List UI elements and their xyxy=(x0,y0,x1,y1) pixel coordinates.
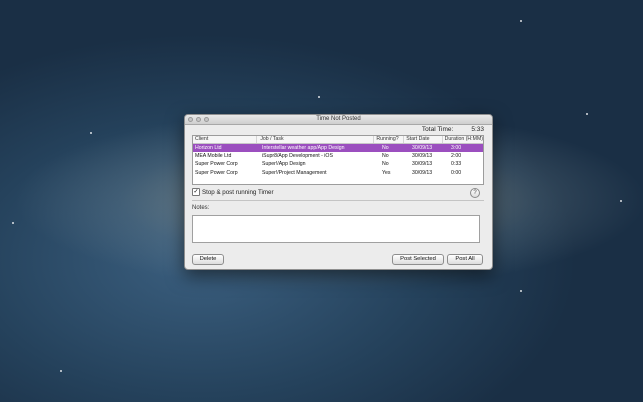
title-bar[interactable]: Time Not Posted xyxy=(185,115,492,125)
star xyxy=(318,96,320,98)
time-not-posted-window: Time Not Posted Total Time: 5:33 Client … xyxy=(184,114,493,270)
column-header-duration[interactable]: Duration (H:MM) xyxy=(441,136,483,143)
cell-running: Yes xyxy=(382,169,391,176)
total-time-label: Total Time: xyxy=(421,126,454,133)
table-row[interactable]: Super Power Corp Super!/Project Manageme… xyxy=(193,169,483,177)
post-selected-button[interactable]: Post Selected xyxy=(392,254,444,265)
cell-client: Horizon Ltd xyxy=(195,145,222,151)
star xyxy=(520,20,522,22)
cell-start-date: 30/09/13 xyxy=(412,153,433,160)
notes-label: Notes: xyxy=(192,205,210,211)
cell-duration: 3:00 xyxy=(451,145,462,151)
table-row[interactable]: Horizon Ltd Interstellar weather app/App… xyxy=(193,144,483,153)
column-header-start-date[interactable]: Start Date xyxy=(403,136,441,143)
cell-job: iSupr8/App Development - iOS xyxy=(262,153,333,160)
column-header-running[interactable]: Running? xyxy=(373,136,403,143)
cell-duration: 0:33 xyxy=(451,161,462,168)
cell-running: No xyxy=(382,153,389,160)
cell-start-date: 30/09/13 xyxy=(412,169,433,176)
cell-job: Super!/Project Management xyxy=(262,169,327,176)
star xyxy=(520,290,522,292)
total-time-value: 5:33 xyxy=(471,126,484,133)
help-button[interactable]: ? xyxy=(470,188,480,198)
stop-post-checkbox[interactable]: ✓ xyxy=(192,188,200,196)
star xyxy=(90,132,92,134)
table-header: Client Job / Task Running? Start Date Du… xyxy=(193,136,483,144)
star xyxy=(60,370,62,372)
cell-duration: 0:00 xyxy=(451,169,462,176)
cell-client: MEA Mobile Ltd xyxy=(195,153,232,160)
delete-button[interactable]: Delete xyxy=(192,254,224,265)
post-all-button[interactable]: Post All xyxy=(447,254,483,265)
stop-post-option[interactable]: ✓ Stop & post running Timer xyxy=(192,188,274,196)
divider xyxy=(192,200,484,201)
notes-textarea[interactable] xyxy=(192,215,480,243)
cell-client: Super Power Corp xyxy=(195,161,238,168)
column-header-job[interactable]: Job / Task xyxy=(256,136,373,143)
stop-post-label[interactable]: Stop & post running Timer xyxy=(202,189,274,196)
column-header-client[interactable]: Client xyxy=(193,136,256,143)
cell-running: No xyxy=(382,145,389,151)
cell-running: No xyxy=(382,161,389,168)
star xyxy=(586,113,588,115)
star xyxy=(12,222,14,224)
time-table: Client Job / Task Running? Start Date Du… xyxy=(192,135,484,185)
total-time: Total Time: 5:33 xyxy=(422,126,484,133)
table-row[interactable]: Super Power Corp Super!/App Design No 30… xyxy=(193,160,483,168)
cell-duration: 2:00 xyxy=(451,153,462,160)
table-row[interactable]: MEA Mobile Ltd iSupr8/App Development - … xyxy=(193,152,483,160)
window-title: Time Not Posted xyxy=(316,116,361,122)
cell-job: Interstellar weather app/App Design xyxy=(262,145,345,151)
cell-job: Super!/App Design xyxy=(262,161,306,168)
cell-start-date: 30/09/13 xyxy=(412,161,433,168)
cell-start-date: 30/09/13 xyxy=(412,145,433,151)
star xyxy=(620,200,622,202)
cell-client: Super Power Corp xyxy=(195,169,238,176)
